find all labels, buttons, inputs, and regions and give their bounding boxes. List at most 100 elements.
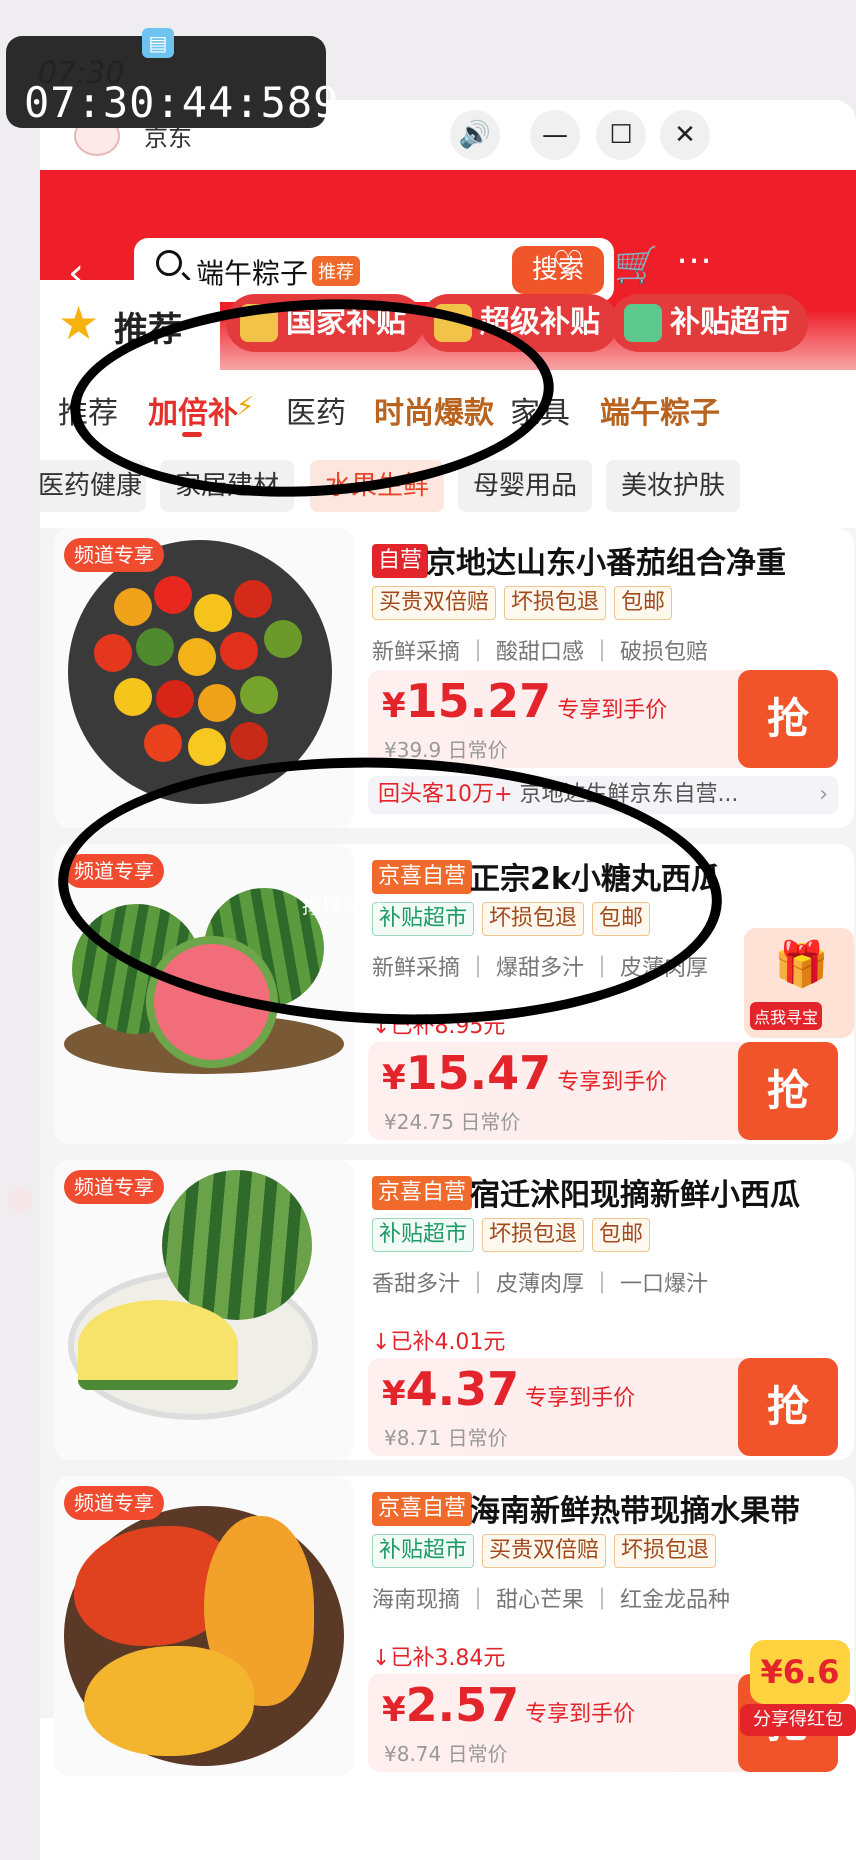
channel-chip-national[interactable]: 国家补贴 bbox=[226, 294, 424, 352]
star-icon: ★ bbox=[58, 296, 100, 350]
price-box: ¥15.27 专享到手价 ¥39.9 日常价 抢 bbox=[368, 670, 838, 768]
redpacket-label: 分享得红包 bbox=[740, 1704, 856, 1736]
product-tag: 包邮 bbox=[592, 1218, 651, 1252]
super-subsidy-icon bbox=[434, 304, 472, 342]
channel-exclusive-tag: 频道专享 bbox=[64, 1170, 164, 1204]
subcategory-home[interactable]: 家居建材 bbox=[160, 460, 294, 512]
currency: ¥ bbox=[382, 1374, 406, 1414]
minimize-icon: — bbox=[542, 120, 568, 150]
maximize-icon: ☐ bbox=[609, 120, 633, 150]
product-tags: 补贴超市 买贵双倍赔 坏损包退 bbox=[372, 1534, 717, 1568]
product-list: 频道专享 自营 京地达山东小番茄组合净重 买贵双倍赔 坏损包退 包邮 新鲜采摘 … bbox=[40, 528, 856, 1776]
channel-exclusive-tag: 频道专享 bbox=[64, 1486, 164, 1520]
jingxi-self-operated-badge: 京喜自营 bbox=[372, 1492, 473, 1526]
product-image-watermelon: 频道专享 bbox=[54, 844, 354, 1144]
product-tag: 包邮 bbox=[592, 902, 651, 936]
national-subsidy-icon bbox=[240, 304, 278, 342]
channel-row: ★ 推荐 国家补贴 超级补贴 补贴超市 bbox=[40, 280, 856, 370]
currency: ¥ bbox=[382, 1058, 406, 1098]
grab-button[interactable]: 抢 bbox=[738, 670, 838, 768]
tab-recommend[interactable]: 推荐 bbox=[58, 388, 118, 432]
treasure-hunt-widget[interactable]: 🎁 点我寻宝 bbox=[744, 928, 854, 1038]
subcategory-row: 医药健康 家居建材 水果生鲜 母婴用品 美妆护肤 bbox=[40, 448, 856, 528]
product-features: 新鲜采摘 ｜ 酸甜口感 ｜ 破损包赔 bbox=[372, 640, 708, 665]
treasure-chest-icon: 🎁 bbox=[774, 939, 829, 990]
tab-fashion[interactable]: 时尚爆款 bbox=[374, 388, 494, 432]
product-card[interactable]: 频道专享 京喜自营 正宗2k小糖丸西瓜 补贴超市 坏损包退 包邮 新鲜采摘 ｜ … bbox=[54, 844, 854, 1144]
original-price: ¥8.71 日常价 bbox=[384, 1426, 508, 1450]
favorite-icon[interactable]: ♡ bbox=[552, 244, 584, 285]
channel-chip-market[interactable]: 补贴超市 bbox=[610, 294, 808, 352]
product-card[interactable]: 频道专享 京喜自营 海南新鲜热带现摘水果带 补贴超市 买贵双倍赔 坏损包退 海南… bbox=[54, 1476, 854, 1776]
market-icon bbox=[624, 304, 662, 342]
channel-exclusive-tag: 频道专享 bbox=[64, 854, 164, 888]
tab-double-subsidy[interactable]: 加倍补 bbox=[148, 388, 238, 432]
chevron-right-icon: › bbox=[819, 782, 828, 807]
product-tag: 坏损包退 bbox=[504, 586, 607, 620]
product-tag: 包邮 bbox=[614, 586, 673, 620]
price: ¥4.37 专享到手价 bbox=[382, 1362, 635, 1416]
more-icon[interactable]: ⋯ bbox=[676, 240, 712, 281]
subcategory-medicine[interactable]: 医药健康 bbox=[40, 460, 146, 512]
product-tags: 买贵双倍赔 坏损包退 包邮 bbox=[372, 586, 673, 620]
subsidy-saved-text: 已补4.01元 bbox=[390, 1330, 506, 1355]
channel-recommend[interactable]: ★ 推荐 bbox=[40, 280, 220, 370]
tab-medicine[interactable]: 医药 bbox=[286, 388, 346, 432]
product-tag: 买贵双倍赔 bbox=[372, 586, 497, 620]
price-label: 专享到手价 bbox=[557, 698, 668, 723]
chip-label: 国家补贴 bbox=[286, 305, 406, 340]
subcategory-beauty[interactable]: 美妆护肤 bbox=[606, 460, 740, 512]
price: ¥2.57 专享到手价 bbox=[382, 1678, 635, 1732]
speaker-icon: 🔊 bbox=[458, 120, 492, 150]
returning-customers: 回头客10万+ bbox=[378, 782, 513, 807]
book-icon: ▤ bbox=[142, 28, 174, 58]
product-tags: 补贴超市 坏损包退 包邮 bbox=[372, 902, 651, 936]
jingxi-self-operated-badge: 京喜自营 bbox=[372, 1176, 473, 1210]
price-box: ¥15.47 专享到手价 ¥24.75 日常价 抢 bbox=[368, 1042, 838, 1140]
grab-button[interactable]: 抢 bbox=[738, 1042, 838, 1140]
subsidy-saved: ↓已补3.84元 bbox=[372, 1646, 506, 1671]
treasure-hunt-label: 点我寻宝 bbox=[750, 1002, 823, 1030]
price-value: 4.37 bbox=[405, 1362, 520, 1416]
self-operated-badge: 自营 bbox=[372, 544, 429, 578]
product-tag: 补贴超市 bbox=[372, 1534, 475, 1568]
currency: ¥ bbox=[382, 686, 406, 726]
close-button[interactable]: ✕ bbox=[660, 110, 710, 160]
price: ¥15.27 专享到手价 bbox=[382, 674, 667, 728]
volume-button[interactable]: 🔊 bbox=[450, 110, 500, 160]
grab-button[interactable]: 抢 bbox=[738, 1358, 838, 1456]
tab-furniture[interactable]: 家具 bbox=[510, 388, 570, 432]
shop-line[interactable]: 回头客10万+ 京地达生鲜京东自营... › bbox=[368, 776, 838, 814]
subcategory-baby[interactable]: 母婴用品 bbox=[458, 460, 592, 512]
price-label: 专享到手价 bbox=[525, 1386, 636, 1411]
product-tag: 补贴超市 bbox=[372, 902, 475, 936]
original-price: ¥8.74 日常价 bbox=[384, 1742, 508, 1766]
product-tag: 坏损包退 bbox=[482, 1218, 585, 1252]
product-card[interactable]: 频道专享 自营 京地达山东小番茄组合净重 买贵双倍赔 坏损包退 包邮 新鲜采摘 … bbox=[54, 528, 854, 828]
product-image-mango: 频道专享 bbox=[54, 1476, 354, 1776]
timestamp-overlay: 07:30 ▤ 07:30:44:589 bbox=[6, 28, 338, 128]
product-card[interactable]: 频道专享 京喜自营 宿迁沭阳现摘新鲜小西瓜 补贴超市 坏损包退 包邮 香甜多汁 … bbox=[54, 1160, 854, 1460]
share-redpacket-widget[interactable]: ¥6.6 分享得红包 bbox=[740, 1640, 856, 1740]
product-tag: 坏损包退 bbox=[482, 902, 585, 936]
price-value: 15.47 bbox=[405, 1046, 552, 1100]
product-title: 海南新鲜热带现摘水果带 bbox=[470, 1494, 800, 1529]
original-price: ¥24.75 日常价 bbox=[384, 1110, 521, 1134]
price-value: 15.27 bbox=[405, 674, 552, 728]
currency: ¥ bbox=[382, 1690, 406, 1730]
subsidy-saved-text: 已补3.84元 bbox=[390, 1646, 506, 1671]
subcategory-fruit[interactable]: 水果生鲜 bbox=[310, 460, 444, 512]
chip-label: 超级补贴 bbox=[480, 305, 600, 340]
subsidy-saved: ↓已补4.01元 bbox=[372, 1330, 506, 1355]
product-title: 京地达山东小番茄组合净重 bbox=[426, 546, 786, 581]
channel-chip-super[interactable]: 超级补贴 bbox=[420, 294, 618, 352]
maximize-button[interactable]: ☐ bbox=[596, 110, 646, 160]
product-tags: 补贴超市 坏损包退 包邮 bbox=[372, 1218, 651, 1252]
tab-zongzi[interactable]: 端午粽子 bbox=[600, 388, 720, 432]
subsidy-saved-text: 已补8.95元 bbox=[390, 1014, 506, 1039]
lightning-icon: ⚡ bbox=[236, 392, 255, 422]
product-features: 新鲜采摘 ｜ 爆甜多汁 ｜ 皮薄肉厚 bbox=[372, 956, 708, 981]
minimize-button[interactable]: — bbox=[530, 110, 580, 160]
product-features: 香甜多汁 ｜ 皮薄肉厚 ｜ 一口爆汁 bbox=[372, 1272, 708, 1297]
price-label: 专享到手价 bbox=[525, 1702, 636, 1727]
